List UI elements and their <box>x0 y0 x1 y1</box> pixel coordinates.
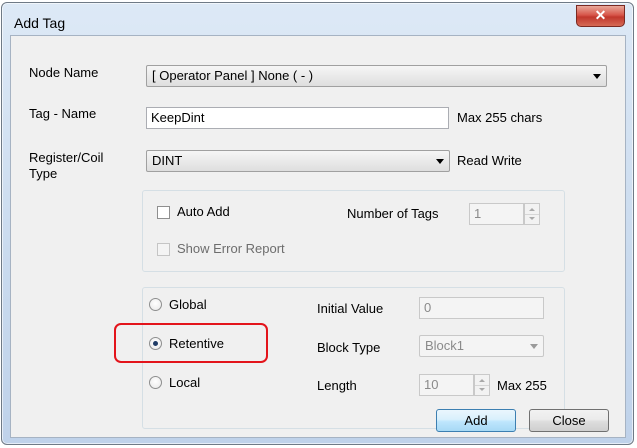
register-type-label-line1: Register/Coil <box>29 150 104 165</box>
access-mode-text: Read Write <box>457 153 522 168</box>
dialog-title: Add Tag <box>14 15 66 31</box>
chevron-down-icon <box>530 344 538 349</box>
title-bar[interactable]: Add Tag ✕ <box>2 3 633 35</box>
auto-add-checkbox[interactable] <box>157 206 170 219</box>
register-type-value: DINT <box>152 153 183 168</box>
tag-name-input[interactable]: KeepDint <box>146 107 449 129</box>
node-name-value: [ Operator Panel ] None ( - ) <box>152 68 314 83</box>
tag-name-max-hint: Max 255 chars <box>457 110 543 125</box>
close-window-button[interactable]: ✕ <box>576 5 625 27</box>
length-value: 10 <box>419 374 474 396</box>
close-button[interactable]: Close <box>529 409 609 432</box>
global-label: Global <box>169 297 207 312</box>
length-max-hint: Max 255 <box>497 378 547 393</box>
local-label: Local <box>169 375 201 390</box>
length-label: Length <box>317 378 357 393</box>
global-radio[interactable] <box>149 298 162 311</box>
chevron-down-icon <box>593 74 601 79</box>
node-name-dropdown[interactable]: [ Operator Panel ] None ( - ) <box>146 65 607 87</box>
close-icon: ✕ <box>594 7 607 23</box>
local-radio[interactable] <box>149 376 162 389</box>
add-button[interactable]: Add <box>436 409 516 432</box>
auto-add-label: Auto Add <box>177 204 230 219</box>
length-stepper[interactable]: 10 <box>419 374 490 396</box>
length-spin-buttons[interactable] <box>474 374 490 396</box>
number-of-tags-label: Number of Tags <box>347 206 439 221</box>
tag-name-label: Tag - Name <box>29 106 97 121</box>
retentive-highlight-outline <box>114 323 268 363</box>
show-error-report-checkbox[interactable] <box>157 243 170 256</box>
block-type-dropdown[interactable]: Block1 <box>419 335 544 357</box>
initial-value-label: Initial Value <box>317 301 384 316</box>
arrow-down-icon <box>529 217 535 220</box>
dialog-body: Node Name [ Operator Panel ] None ( - ) … <box>10 35 626 438</box>
block-type-label: Block Type <box>317 340 381 355</box>
number-of-tags-spin-buttons[interactable] <box>524 203 540 225</box>
number-of-tags-value: 1 <box>469 203 524 225</box>
show-error-report-label: Show Error Report <box>177 241 285 256</box>
number-of-tags-stepper[interactable]: 1 <box>469 203 540 225</box>
arrow-up-icon <box>479 379 485 382</box>
node-name-label: Node Name <box>29 65 99 80</box>
add-tag-dialog: Add Tag ✕ Node Name [ Operator Panel ] N… <box>1 2 634 445</box>
initial-value-input[interactable]: 0 <box>419 297 544 319</box>
arrow-down-icon <box>479 388 485 391</box>
arrow-up-icon <box>529 208 535 211</box>
register-type-label-line2: Type <box>29 166 58 181</box>
block-type-value: Block1 <box>425 338 465 353</box>
chevron-down-icon <box>436 159 444 164</box>
register-type-dropdown[interactable]: DINT <box>146 150 450 172</box>
